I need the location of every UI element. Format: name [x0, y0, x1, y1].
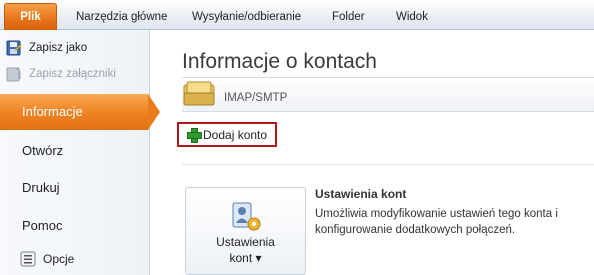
account-selector[interactable]: IMAP/SMTP — [182, 78, 594, 112]
save-attachments-button[interactable]: Zapisz załączniki — [6, 64, 116, 84]
tab-view[interactable]: Widok — [396, 6, 428, 30]
save-as-icon — [6, 40, 22, 56]
page-title: Informacje o kontach — [182, 50, 377, 73]
account-settings-icon — [230, 200, 262, 232]
nav-info[interactable]: Informacje — [0, 94, 160, 130]
options-icon — [20, 251, 36, 267]
main-content: Informacje o kontach IMAP/SMTP Dodaj kon… — [150, 30, 594, 275]
nav-print[interactable]: Drukuj — [0, 170, 150, 206]
section-description: Umożliwia modyfikowanie ustawień tego ko… — [315, 208, 558, 236]
add-account-label: Dodaj konto — [203, 127, 268, 142]
divider — [182, 164, 594, 165]
account-icon — [182, 79, 216, 109]
backstage-sidebar: Zapisz jako Zapisz załączniki Informacje… — [0, 30, 160, 275]
options-label: Opcje — [43, 252, 75, 266]
nav-help[interactable]: Pomoc — [0, 208, 150, 244]
add-account-button[interactable]: Dodaj konto — [177, 122, 277, 147]
account-settings-button[interactable]: Ustawienia kont ▾ — [185, 187, 306, 275]
save-as-button[interactable]: Zapisz jako — [6, 38, 87, 58]
options-button[interactable]: Opcje — [20, 249, 74, 269]
save-as-label: Zapisz jako — [29, 42, 88, 54]
account-settings-label-line1: Ustawienia — [216, 235, 275, 249]
tab-folder[interactable]: Folder — [332, 6, 365, 30]
save-attachments-label: Zapisz załączniki — [29, 68, 116, 80]
tab-send-receive[interactable]: Wysyłanie/odbieranie — [192, 6, 301, 30]
tab-home[interactable]: Narzędzia główne — [76, 6, 167, 30]
ribbon-tab-bar: Plik Narzędzia główne Wysyłanie/odbieran… — [0, 0, 594, 30]
account-type-label: IMAP/SMTP — [224, 92, 288, 104]
section-title: Ustawienia kont — [315, 187, 407, 201]
save-attachments-icon — [6, 66, 22, 82]
plus-icon — [187, 128, 202, 143]
nav-open[interactable]: Otwórz — [0, 133, 150, 169]
account-settings-label-line2: kont ▾ — [229, 251, 262, 265]
tab-file[interactable]: Plik — [4, 3, 57, 30]
